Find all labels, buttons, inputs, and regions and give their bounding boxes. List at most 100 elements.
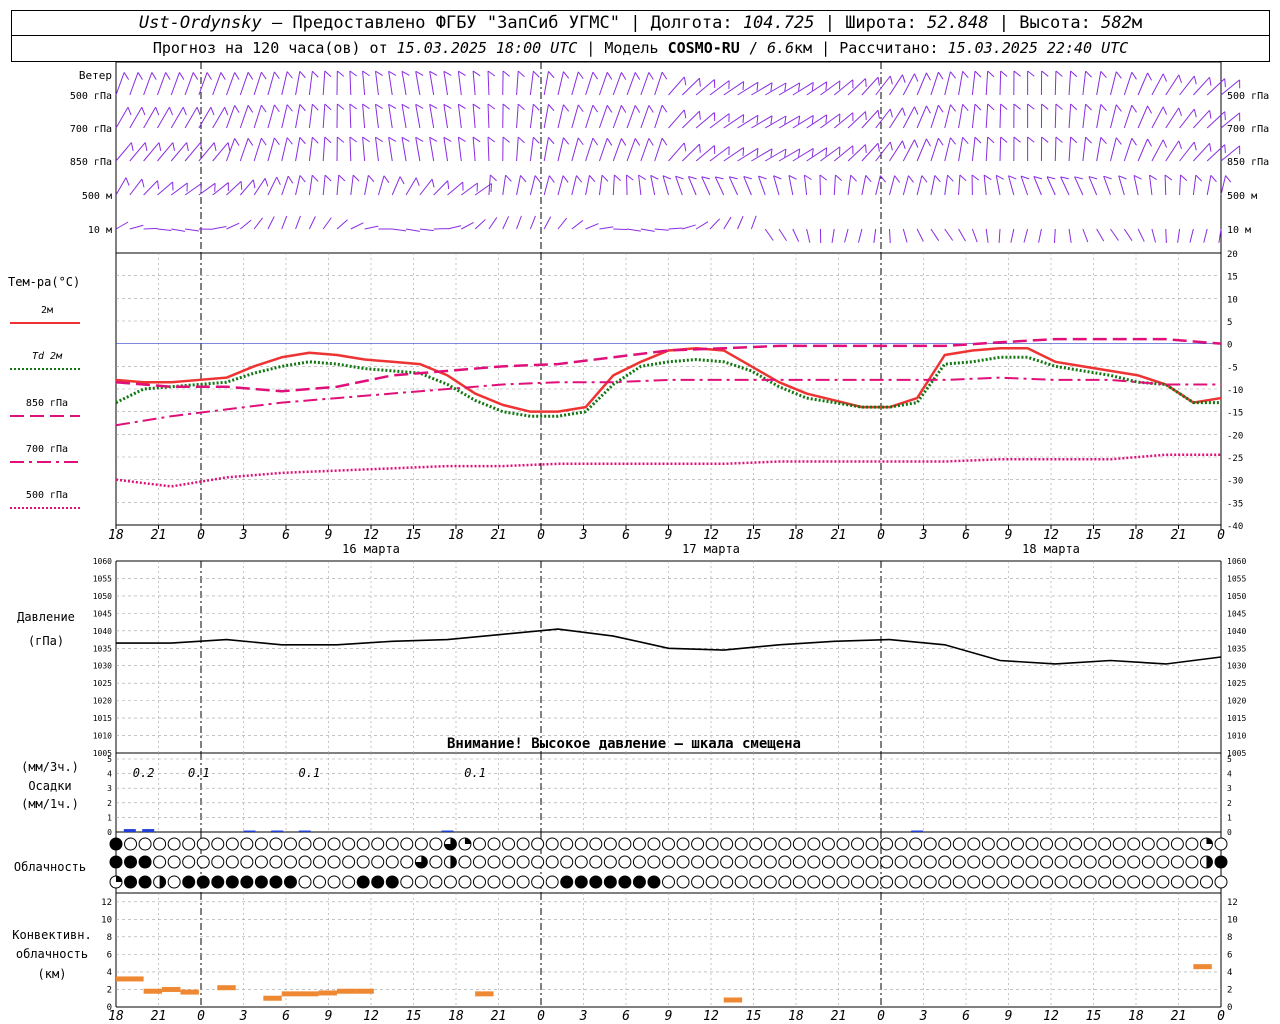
- wind-barb: [156, 72, 167, 96]
- wind-barb-flag: [247, 105, 254, 113]
- precip-bar: [911, 830, 924, 832]
- day-label: 18 марта: [1022, 542, 1080, 556]
- temp-ytick-right: 10: [1227, 295, 1238, 305]
- wind-barb: [1096, 104, 1102, 129]
- temp-hour-tick: 0: [537, 528, 545, 543]
- wind-barb: [1053, 228, 1056, 244]
- bottom-hour-tick: 21: [831, 1009, 847, 1024]
- wind-barb-flag: [1100, 137, 1107, 145]
- wind-barb-flag: [311, 174, 319, 182]
- cloud-symbol: [560, 837, 574, 851]
- wind-barb: [571, 137, 579, 162]
- wind-barb-flag: [1193, 108, 1197, 118]
- conv-title-2: облачность: [16, 947, 88, 961]
- cloud-symbol: [342, 837, 356, 851]
- cloud-symbol: [996, 875, 1010, 889]
- wind-barb: [474, 219, 486, 230]
- wind-barb: [375, 71, 379, 96]
- precip-unit-1h: (мм/1ч.): [21, 797, 79, 811]
- wind-barb-flag: [399, 176, 405, 185]
- cloud-symbol: [734, 855, 748, 869]
- wind-barb: [364, 175, 369, 196]
- wind-barb: [1088, 176, 1098, 196]
- wind-barb-flag: [974, 136, 982, 144]
- wind-barb-flag: [1013, 136, 1021, 143]
- wind-barb-flag: [811, 115, 814, 124]
- convective-bar: [180, 989, 199, 995]
- precip-ytick-left: 5: [107, 755, 112, 764]
- wind-barb-flag: [1193, 141, 1197, 151]
- convective-bar: [318, 990, 337, 996]
- wind-barb-flag: [1041, 103, 1049, 110]
- pressure-unit: (гПа): [28, 634, 64, 648]
- wind-barb: [115, 106, 129, 129]
- wind-barb-flag: [276, 176, 281, 185]
- cloud-symbol: [458, 855, 472, 869]
- wind-barb: [640, 228, 655, 232]
- wind-barb-flag: [1131, 71, 1137, 80]
- temp-hour-tick: 0: [197, 528, 205, 543]
- wind-barb-flag: [260, 137, 267, 146]
- convective-bar: [475, 991, 494, 997]
- wind-barb: [115, 177, 127, 196]
- wind-barb: [930, 175, 936, 196]
- wind-barb-flag: [517, 136, 525, 144]
- cloud-symbol: [298, 837, 312, 851]
- wind-barb-flag: [1224, 78, 1226, 88]
- precip-ytick-right: 1: [1227, 813, 1232, 822]
- wind-barb: [803, 175, 808, 196]
- cloud-symbol: [981, 855, 995, 869]
- wind-barb: [281, 137, 288, 162]
- cloud-symbol: [632, 855, 646, 869]
- temp-hour-tick: 12: [703, 528, 719, 543]
- temp-hour-tick: 18: [448, 528, 464, 543]
- wind-barb: [858, 228, 863, 243]
- wind-barb-flag: [200, 183, 202, 192]
- wind-barb: [143, 180, 158, 196]
- cloud-symbol: [429, 837, 443, 851]
- wind-barb-flag: [264, 178, 269, 187]
- wind-barb-flag: [487, 103, 496, 110]
- cloud-symbol: [458, 875, 472, 889]
- wind-barb-flag: [447, 180, 450, 190]
- wind-barb: [143, 106, 157, 129]
- wind-barb: [1179, 75, 1195, 96]
- cloud-symbol: [356, 855, 370, 869]
- wind-barb: [401, 71, 407, 96]
- cloud-symbol: [298, 875, 312, 889]
- wind-barb: [388, 137, 393, 162]
- wind-barb: [1096, 71, 1102, 96]
- wind-barb-flag: [443, 70, 452, 76]
- wind-barb: [543, 71, 549, 96]
- wind-barb-flag: [770, 82, 773, 92]
- wind-barb-flag: [1027, 103, 1035, 110]
- wind-barb: [362, 137, 366, 162]
- wind-barb: [687, 176, 697, 196]
- wind-barb: [999, 103, 1002, 129]
- wind-barb-flag: [835, 174, 843, 182]
- cloud-symbol: [720, 837, 734, 851]
- cloud-symbol: [269, 837, 283, 851]
- wind-barb: [640, 138, 650, 162]
- cloud-symbol: [705, 837, 719, 851]
- wind-barb: [143, 227, 158, 230]
- wind-barb: [557, 71, 564, 96]
- cloud-symbol: [894, 875, 908, 889]
- wind-barb: [405, 177, 417, 196]
- cloud-symbol: [1156, 837, 1170, 851]
- wind-barb-flag: [158, 142, 162, 152]
- wind-barb: [322, 71, 326, 96]
- wind-barb-flag: [338, 174, 346, 182]
- wind-barb: [281, 175, 289, 196]
- wind-barb-flag: [865, 78, 867, 88]
- wind-barb-flag: [770, 148, 773, 158]
- wind-barb-flag: [770, 115, 773, 125]
- wind-barb-flag: [1070, 70, 1078, 78]
- bottom-hour-tick: 21: [1171, 1009, 1187, 1024]
- day-label: 17 марта: [682, 542, 740, 556]
- cloud-symbol: [967, 875, 981, 889]
- temp-hour-tick: 3: [919, 528, 928, 543]
- cloud-symbol: [182, 855, 196, 869]
- temp-hour-tick: 6: [622, 528, 630, 543]
- wind-barb: [1033, 176, 1042, 196]
